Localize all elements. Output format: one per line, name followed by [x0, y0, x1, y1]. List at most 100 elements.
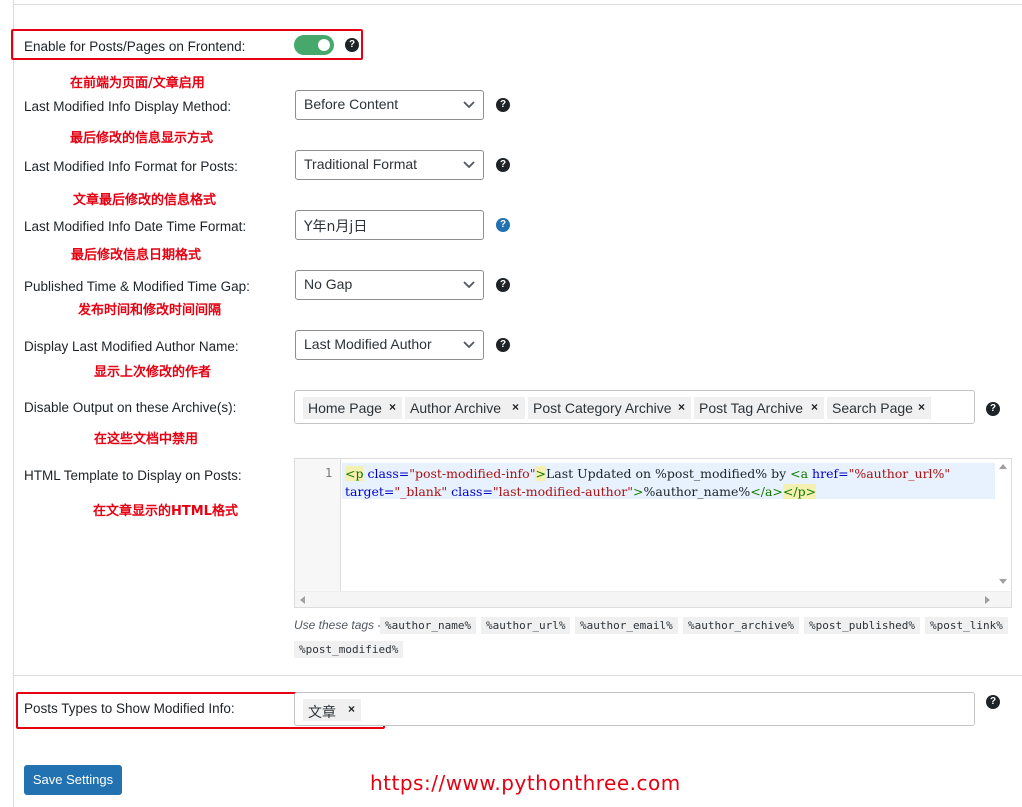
code-token: class= [447, 484, 493, 499]
code-token: "_blank" [394, 484, 448, 499]
help-icon[interactable]: ? [496, 338, 510, 352]
archive-chip-label: Post Tag Archive [699, 400, 804, 416]
editor-horizontal-scrollbar[interactable] [295, 591, 1011, 607]
template-tag: %author_archive% [683, 617, 799, 634]
enable-frontend-toggle[interactable] [294, 35, 334, 55]
disable-archives-label: Disable Output on these Archive(s): [24, 400, 237, 415]
section-divider [14, 675, 1022, 676]
code-token: > [632, 484, 644, 499]
help-icon[interactable]: ? [496, 158, 510, 172]
code-line-1: <p class="post-modified-info">Last Updat… [345, 466, 950, 481]
display-method-value: Before Content [304, 96, 399, 112]
admin-frame-edge [0, 0, 14, 807]
scroll-right-icon[interactable] [985, 596, 991, 604]
format-posts-note: 文章最后修改的信息格式 [73, 193, 217, 208]
code-token: </a> [750, 484, 783, 499]
post-type-chip-label: 文章 [308, 705, 336, 721]
code-token: Last Updated on %post_modified% by [545, 466, 791, 481]
author-name-value: Last Modified Author [304, 336, 432, 352]
chevron-down-icon [463, 281, 475, 289]
template-tags-hint: Use these tags - [294, 618, 382, 632]
chip-remove-icon[interactable]: × [678, 400, 685, 414]
code-token: <a [790, 466, 809, 481]
chip-remove-icon[interactable]: × [512, 400, 519, 414]
chevron-down-icon [463, 101, 475, 109]
display-method-note: 最后修改的信息显示方式 [70, 131, 214, 146]
help-icon[interactable]: ? [986, 402, 1000, 416]
time-gap-select[interactable]: No Gap [295, 270, 484, 300]
archive-chip: Post Category Archive × [528, 397, 691, 419]
help-icon[interactable]: ? [986, 695, 1000, 709]
format-posts-value: Traditional Format [304, 156, 418, 172]
display-method-label: Last Modified Info Display Method: [24, 99, 232, 114]
code-token: "last-modified-author" [492, 484, 633, 499]
scroll-up-icon[interactable] [999, 463, 1007, 469]
watermark-url: https://www.pythonthree.com [370, 771, 681, 795]
time-gap-note: 发布时间和修改时间间隔 [78, 303, 222, 318]
scroll-left-icon[interactable] [299, 596, 305, 604]
html-template-label: HTML Template to Display on Posts: [24, 468, 242, 483]
author-name-select[interactable]: Last Modified Author [295, 330, 484, 360]
post-types-multiselect[interactable]: 文章 × [294, 692, 975, 726]
template-tag: %post_modified% [294, 641, 404, 658]
format-posts-select[interactable]: Traditional Format [295, 150, 484, 180]
archive-chip: Author Archive × [405, 397, 525, 419]
scroll-down-icon[interactable] [999, 579, 1007, 585]
code-token: "post-modified-info" [409, 466, 536, 481]
code-token: </p> [782, 484, 817, 499]
html-template-editor[interactable]: 1 <p class="post-modified-info">Last Upd… [294, 458, 1012, 608]
time-gap-value: No Gap [304, 276, 353, 292]
enable-frontend-label: Enable for Posts/Pages on Frontend: [24, 39, 246, 54]
help-icon[interactable]: ? [496, 278, 510, 292]
code-token: class= [363, 466, 410, 481]
enable-frontend-note: 在前端为页面/文章启用 [70, 76, 205, 91]
code-line-2: target="_blank" class="last-modified-aut… [345, 484, 817, 499]
time-gap-label: Published Time & Modified Time Gap: [24, 279, 250, 294]
archive-chip-label: Post Category Archive [533, 400, 672, 416]
date-format-input[interactable]: Y年n月j日 [295, 210, 484, 240]
chip-remove-icon[interactable]: × [918, 400, 925, 414]
disable-archives-note: 在这些文档中禁用 [94, 432, 199, 447]
chevron-down-icon [463, 341, 475, 349]
code-token: target= [345, 484, 395, 499]
code-token: > [535, 466, 546, 481]
archive-chip-label: Home Page [308, 400, 382, 416]
date-format-label: Last Modified Info Date Time Format: [24, 219, 247, 234]
post-type-chip: 文章 × [303, 699, 361, 721]
top-divider [14, 4, 1022, 5]
save-settings-button[interactable]: Save Settings [24, 765, 122, 795]
template-tag: %author_email% [575, 617, 678, 634]
archive-chip-label: Author Archive [410, 400, 502, 416]
code-token: "%author_url%" [848, 466, 951, 481]
line-number: 1 [325, 466, 333, 480]
archive-chip: Search Page × [827, 397, 931, 419]
format-posts-label: Last Modified Info Format for Posts: [24, 159, 238, 174]
chevron-down-icon [463, 161, 475, 169]
chip-remove-icon[interactable]: × [348, 702, 355, 716]
template-tag: %post_link% [925, 617, 1008, 634]
code-token: <p [345, 466, 364, 481]
archive-chip: Post Tag Archive × [694, 397, 824, 419]
editor-gutter [295, 459, 341, 607]
archive-chip-label: Search Page [832, 400, 913, 416]
chip-remove-icon[interactable]: × [811, 400, 818, 414]
author-name-label: Display Last Modified Author Name: [24, 339, 239, 354]
author-name-note: 显示上次修改的作者 [94, 365, 212, 380]
editor-vertical-scrollbar[interactable] [995, 459, 1011, 591]
disable-archives-multiselect[interactable]: Home Page × Author Archive × Post Catego… [294, 390, 975, 424]
archive-chip: Home Page × [303, 397, 402, 419]
template-tag: %post_published% [804, 617, 920, 634]
date-format-note: 最后修改信息日期格式 [71, 248, 202, 263]
code-token: %author_name% [643, 484, 751, 499]
toggle-knob [318, 39, 330, 51]
help-icon[interactable]: ? [496, 98, 510, 112]
html-template-note: 在文章显示的HTML格式 [93, 504, 238, 519]
post-types-label: Posts Types to Show Modified Info: [24, 701, 235, 716]
template-tag: %author_url% [481, 617, 571, 634]
template-tag: %author_name% [380, 617, 477, 634]
chip-remove-icon[interactable]: × [389, 400, 396, 414]
display-method-select[interactable]: Before Content [295, 90, 484, 120]
help-icon[interactable]: ? [496, 218, 510, 232]
help-icon[interactable]: ? [345, 38, 359, 52]
code-token: href= [808, 466, 849, 481]
